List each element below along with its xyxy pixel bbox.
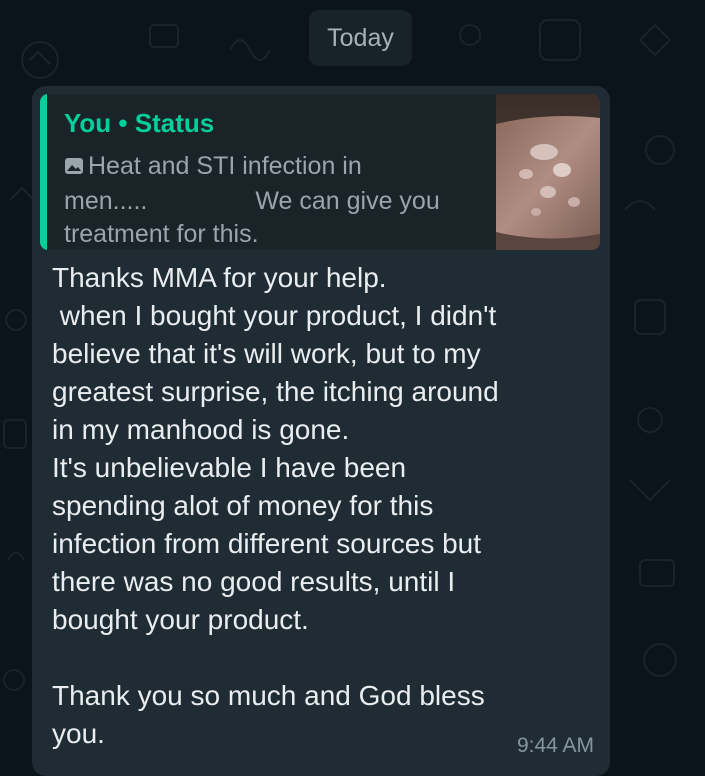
quoted-source: Status	[134, 108, 215, 138]
quoted-author: You • Status	[64, 108, 214, 139]
quoted-author-name: You	[64, 108, 112, 138]
quote-accent-bar	[40, 94, 47, 250]
quoted-line-3: treatment for this.	[64, 220, 259, 248]
quoted-line-2b: We can give you	[255, 187, 440, 215]
quoted-text: Heat and STI infection in men..... We can…	[64, 150, 484, 250]
photo-icon	[64, 152, 84, 185]
message-timestamp: 9:44 AM	[516, 734, 594, 757]
message-bubble[interactable]: You • Status Heat and STI infection in m…	[32, 86, 610, 776]
message-text: Thanks MMA for your help. when I bought …	[52, 262, 499, 749]
quoted-line-1: Heat and STI infection in	[88, 152, 362, 180]
quoted-line-2a: men.....	[64, 187, 148, 215]
status-thumbnail[interactable]	[496, 94, 600, 250]
quoted-status-reply[interactable]: You • Status Heat and STI infection in m…	[40, 94, 600, 250]
quoted-separator: •	[118, 108, 128, 138]
date-separator: Today	[309, 10, 412, 66]
